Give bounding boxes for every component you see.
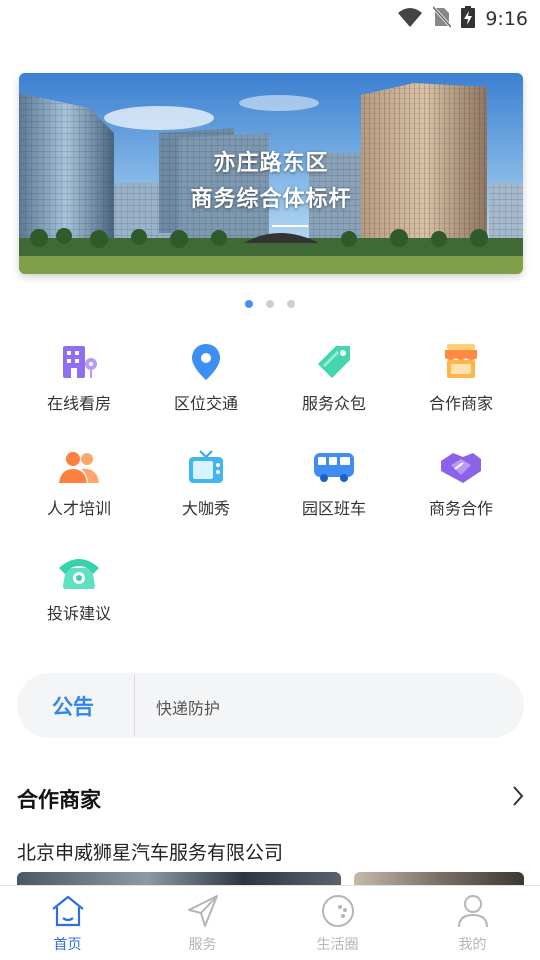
status-time: 9:16 [485, 8, 528, 30]
nav-item-home[interactable]: 首页 [0, 886, 135, 960]
status-bar: 9:16 [0, 0, 540, 36]
store-icon [439, 340, 483, 384]
building-location-icon [57, 340, 101, 384]
partner-photo[interactable] [17, 872, 341, 886]
section-title-partners: 合作商家 [17, 788, 101, 812]
grid-item-shuttle-bus[interactable]: 园区班车 [270, 445, 398, 519]
grid-label: 合作商家 [428, 394, 493, 413]
nav-label: 服务 [188, 937, 217, 953]
nav-label: 我的 [458, 937, 487, 953]
nav-item-service[interactable]: 服务 [135, 886, 270, 960]
battery-charging-icon [461, 6, 476, 32]
grid-item-partner-merchants[interactable]: 合作商家 [397, 340, 525, 414]
map-pin-icon [184, 340, 228, 384]
carousel-dot-active[interactable] [245, 300, 253, 308]
carousel-dot[interactable] [266, 300, 274, 308]
tv-icon [184, 445, 228, 489]
partner-company-name[interactable]: 北京申威狮星汽车服务有限公司 [17, 838, 283, 865]
bottom-nav: 首页 服务 生活圈 我的 [0, 885, 540, 960]
user-icon [455, 894, 491, 932]
grid-item-online-viewing[interactable]: 在线看房 [15, 340, 143, 414]
grid-item-location-traffic[interactable]: 区位交通 [142, 340, 270, 414]
grid-label: 服务众包 [301, 394, 366, 413]
grid-label: 区位交通 [173, 394, 238, 413]
wifi-icon [397, 6, 423, 32]
handshake-icon [439, 445, 483, 489]
grid-item-service-crowdsource[interactable]: 服务众包 [270, 340, 398, 414]
banner-carousel[interactable]: 亦庄路东区 商务综合体标杆 [19, 73, 523, 274]
grid-label: 在线看房 [46, 394, 111, 413]
life-circle-icon [320, 894, 356, 932]
banner-headline: 亦庄路东区 [213, 151, 329, 176]
chevron-right-icon[interactable] [511, 784, 525, 812]
grid-label: 人才培训 [46, 499, 111, 518]
people-icon [57, 445, 101, 489]
tag-icon [312, 340, 356, 384]
carousel-indicator [0, 300, 540, 308]
grid-label: 大咖秀 [181, 499, 230, 518]
nav-label: 生活圈 [316, 937, 359, 953]
telephone-icon [57, 550, 101, 594]
no-sim-icon [432, 5, 453, 32]
bus-icon [312, 445, 356, 489]
notice-text[interactable]: 快递防护 [156, 695, 220, 719]
notice-bar[interactable]: 公告 快递防护 [17, 673, 524, 738]
grid-label: 投诉建议 [46, 604, 111, 623]
status-icons: 9:16 [397, 5, 528, 32]
banner-divider [272, 225, 308, 227]
grid-item-business-cooperation[interactable]: 商务合作 [397, 445, 525, 519]
notice-title: 公告 [52, 695, 94, 719]
partner-photo[interactable] [354, 872, 524, 886]
send-icon [185, 894, 221, 932]
grid-label: 园区班车 [301, 499, 366, 518]
carousel-dot[interactable] [287, 300, 295, 308]
nav-item-life-circle[interactable]: 生活圈 [270, 886, 405, 960]
grid-label: 商务合作 [428, 499, 493, 518]
home-icon [50, 894, 86, 932]
nav-label: 首页 [53, 937, 82, 953]
grid-item-complaints-suggestions[interactable]: 投诉建议 [15, 550, 143, 624]
nav-item-mine[interactable]: 我的 [405, 886, 540, 960]
banner-subheadline: 商务综合体标杆 [190, 187, 352, 212]
grid-item-big-show[interactable]: 大咖秀 [142, 445, 270, 519]
notice-divider [134, 675, 135, 736]
grid-item-talent-training[interactable]: 人才培训 [15, 445, 143, 519]
